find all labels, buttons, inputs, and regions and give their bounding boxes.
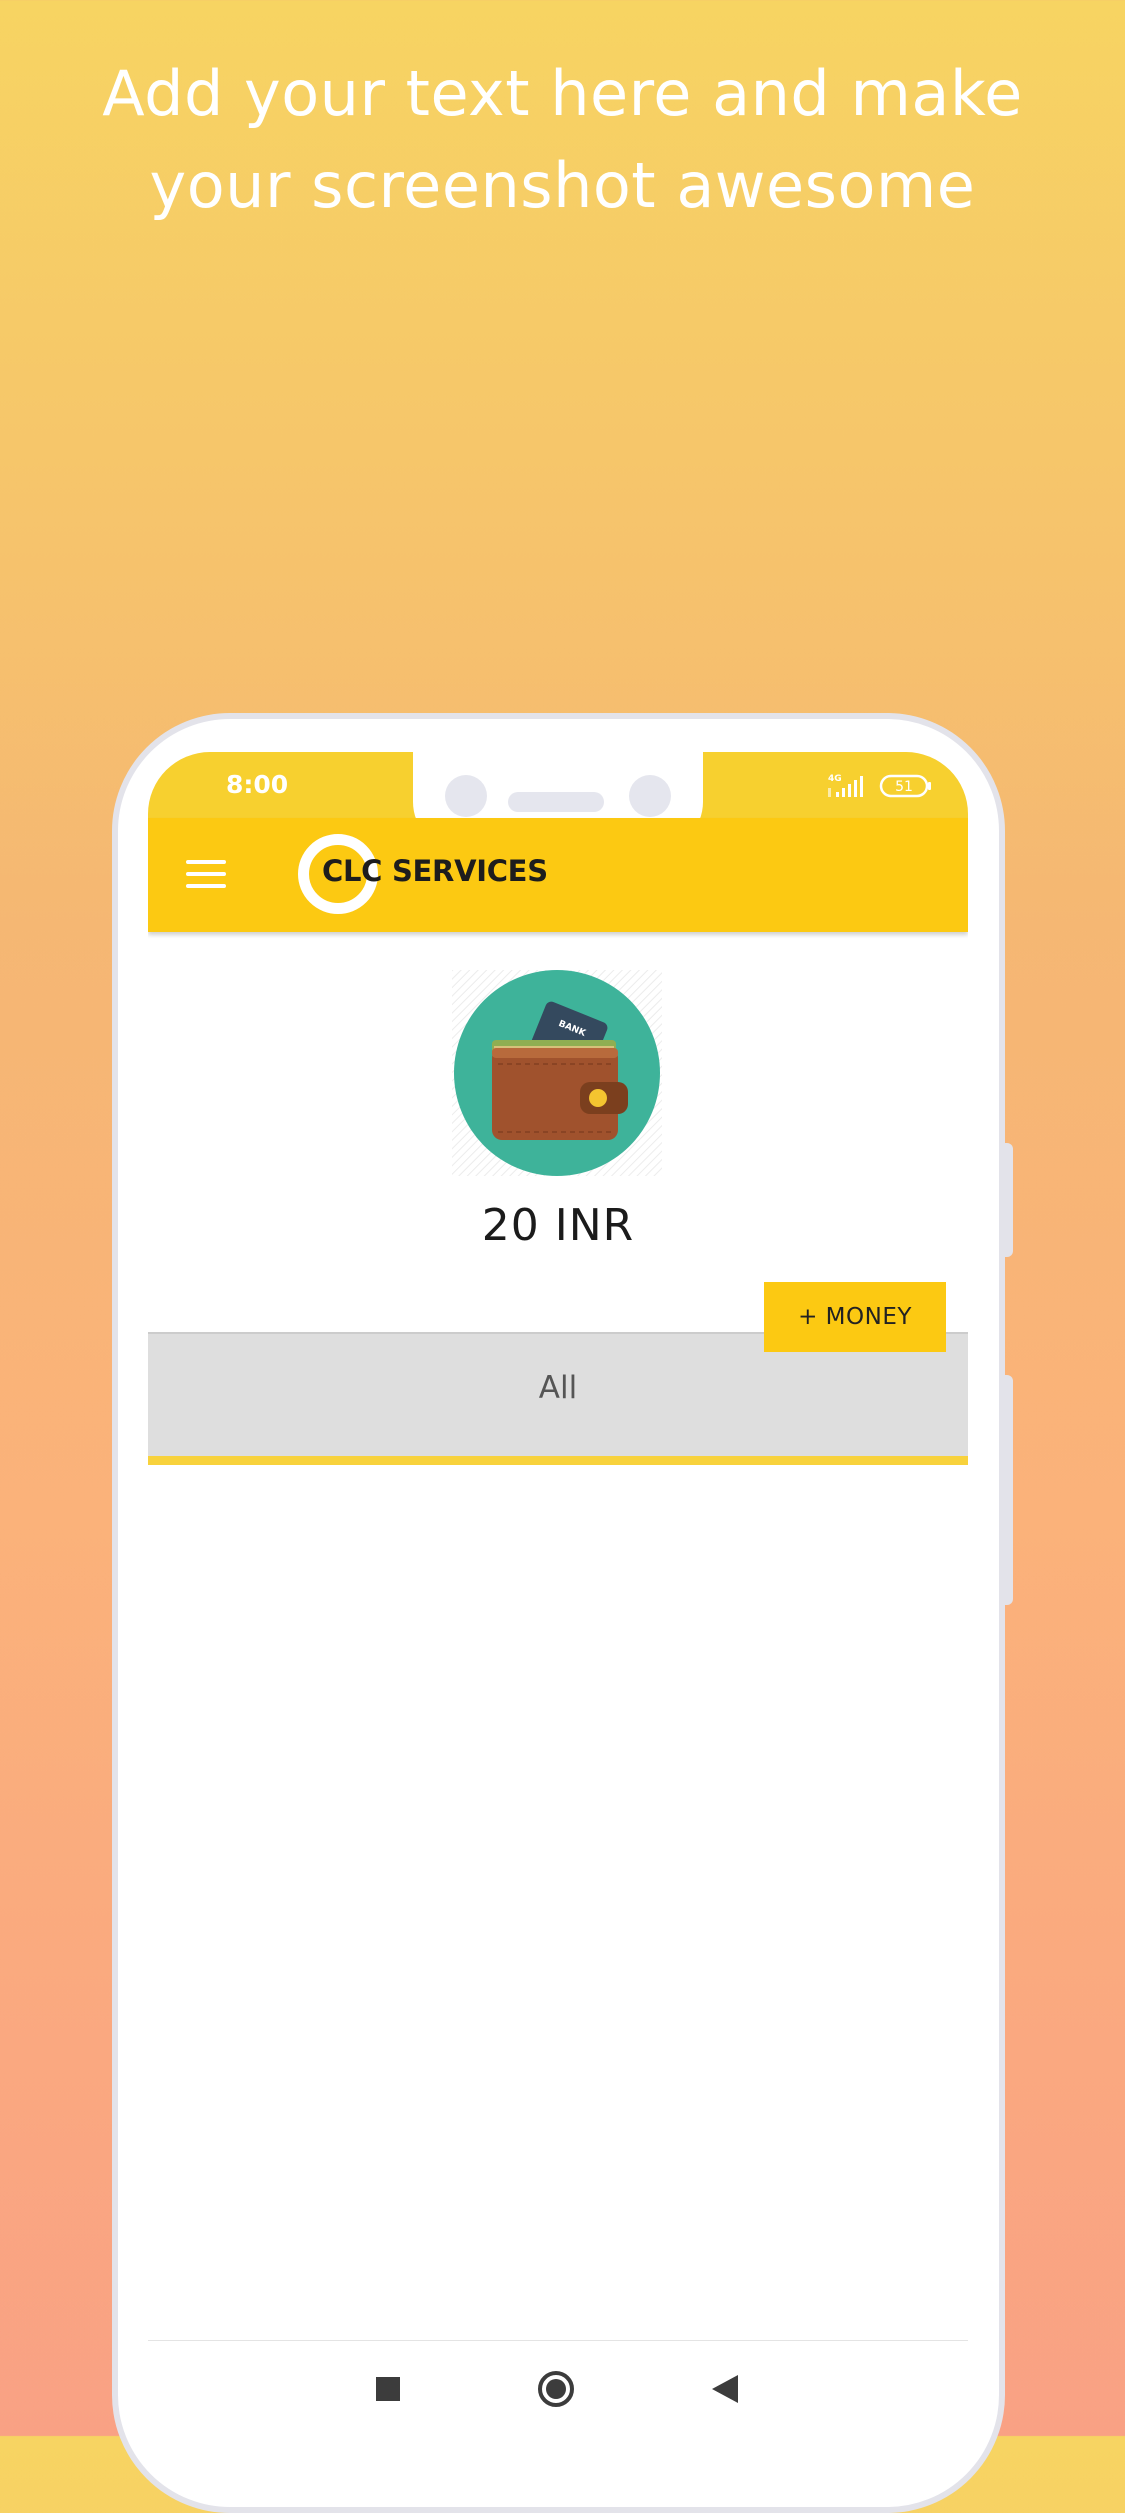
tab-all[interactable]: All <box>148 1370 968 1406</box>
phone-screen: 8:00 4G 51 CLC SERVICES BANK 20 INR All … <box>148 752 968 2436</box>
square-icon[interactable] <box>376 2377 400 2401</box>
add-money-button[interactable]: + MONEY <box>764 1282 946 1352</box>
wallet-icon: BANK <box>452 970 662 1176</box>
wallet-balance: 20 INR <box>481 1200 635 1251</box>
status-time: 8:00 <box>226 770 289 799</box>
promo-headline-line-2: your screenshot awesome <box>149 149 976 222</box>
promo-headline: Add your text here and make your screens… <box>0 48 1125 232</box>
battery-icon: 51 <box>879 774 931 798</box>
signal-icon: 4G <box>828 774 863 797</box>
tab-selected-indicator <box>148 1456 968 1465</box>
triangle-back-icon[interactable] <box>712 2375 738 2403</box>
brand-logo-text: CLC SERVICES <box>322 854 548 888</box>
power-button <box>1005 1375 1013 1605</box>
battery-level: 51 <box>895 779 913 795</box>
hamburger-icon[interactable] <box>186 860 226 890</box>
front-camera-right <box>629 775 671 817</box>
system-navigation-bar <box>148 2340 968 2436</box>
promo-headline-line-1: Add your text here and make <box>102 57 1023 130</box>
network-type-label: 4G <box>828 774 842 784</box>
circle-icon[interactable] <box>538 2371 574 2407</box>
volume-button <box>1005 1143 1013 1257</box>
earpiece-speaker <box>508 792 604 812</box>
front-camera-left <box>445 775 487 817</box>
app-bar: CLC SERVICES <box>148 818 968 932</box>
